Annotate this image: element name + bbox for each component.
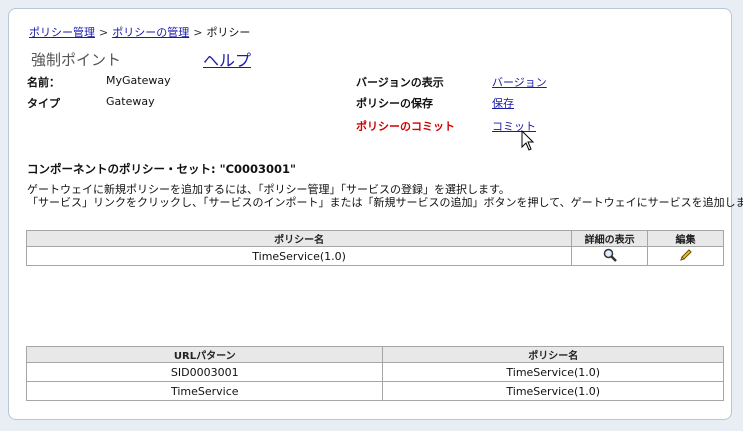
policy-table-header: ポリシー名 詳細の表示 編集 <box>25 230 724 247</box>
help-link[interactable]: ヘルプ <box>203 47 251 71</box>
main-panel: ポリシー管理 > ポリシーの管理 > ポリシー 強制ポイント ヘルプ 名前： MyGat… <box>8 8 743 420</box>
page-title: 強制ポイント <box>31 51 122 69</box>
description-line-1: ゲートウェイに新規ポリシーを追加するには、「ポリシー管理」「サービスの登録」を選… <box>27 183 510 196</box>
policy-name-cell: TimeService(1.0) <box>25 246 573 266</box>
policy-name-cell: TimeService(1.0) <box>382 381 724 401</box>
mouse-cursor-icon <box>521 129 535 155</box>
pencil-icon[interactable] <box>679 248 693 265</box>
policy-table: ポリシー名 詳細の表示 編集 TimeService(1.0) <box>25 230 724 266</box>
save-link[interactable]: 保存 <box>492 95 514 111</box>
commit-label: ポリシーのコミット <box>356 120 455 133</box>
type-label: タイプ <box>27 97 60 110</box>
url-pattern-cell: SID0003001 <box>25 362 384 382</box>
breadcrumb-policy-management[interactable]: ポリシー管理 <box>29 26 95 39</box>
col-edit: 編集 <box>647 230 724 247</box>
policy-description: ゲートウェイに新規ポリシーを追加するには、「ポリシー管理」「サービスの登録」を選… <box>27 183 743 209</box>
name-label: 名前： <box>27 76 60 89</box>
url-pattern-cell: TimeService <box>25 381 384 401</box>
table-row: SID0003001 TimeService(1.0) <box>25 362 724 382</box>
edit-button[interactable] <box>647 246 724 266</box>
col-policy-name: ポリシー名 <box>382 346 724 363</box>
breadcrumb-current: ポリシー <box>206 26 251 39</box>
breadcrumb-separator: > <box>99 26 109 39</box>
type-value: Gateway <box>106 95 155 108</box>
breadcrumb-separator: > <box>193 26 203 39</box>
url-table-header: URLパターン ポリシー名 <box>25 346 724 363</box>
save-label: ポリシーの保存 <box>356 97 433 110</box>
col-policy-name: ポリシー名 <box>25 230 573 247</box>
version-label: バージョンの表示 <box>356 76 444 89</box>
col-url-pattern: URLパターン <box>25 346 384 363</box>
name-value: MyGateway <box>106 74 171 87</box>
breadcrumb-policy-admin[interactable]: ポリシーの管理 <box>112 26 189 39</box>
breadcrumb: ポリシー管理 > ポリシーの管理 > ポリシー <box>29 24 250 40</box>
policy-set-title: コンポーネントのポリシー・セット: "C0003001" <box>27 162 297 176</box>
table-row: TimeService(1.0) <box>25 246 724 266</box>
magnifier-icon[interactable] <box>603 248 617 265</box>
view-details-button[interactable] <box>571 246 649 266</box>
description-line-2: 「サービス」リンクをクリックし、「サービスのインポート」または「新規サービスの追… <box>27 196 743 209</box>
version-link[interactable]: バージョン <box>492 74 547 90</box>
table-row: TimeService TimeService(1.0) <box>25 381 724 401</box>
url-pattern-table: URLパターン ポリシー名 SID0003001 TimeService(1.0… <box>25 346 724 401</box>
policy-name-cell: TimeService(1.0) <box>382 362 724 382</box>
col-view-details: 詳細の表示 <box>571 230 649 247</box>
